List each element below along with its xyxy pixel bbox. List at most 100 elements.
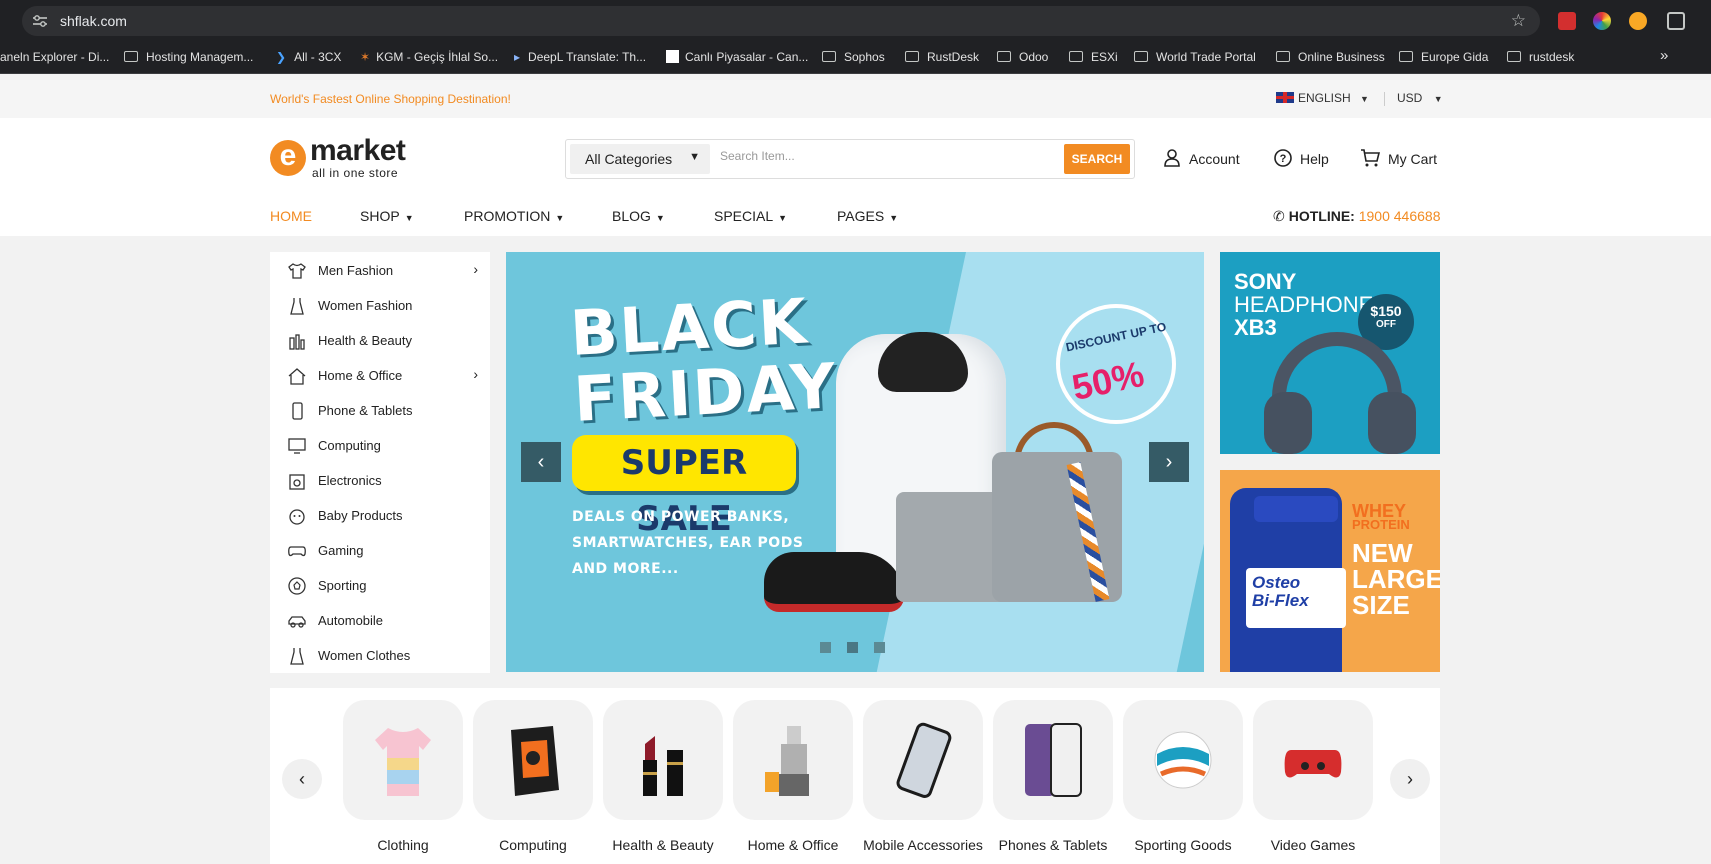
nav-blog[interactable]: BLOG ▼ (612, 208, 665, 224)
url-text[interactable]: shflak.com (60, 13, 127, 29)
bookmark-folder[interactable]: rustdesk (1507, 50, 1574, 64)
sidebar-item-home-office[interactable]: Home & Office › (288, 365, 478, 395)
hero-banner[interactable]: BLACK FRIDAY SUPER SALE DEALS ON POWER BA… (506, 252, 1204, 672)
bookmark-item[interactable]: Canlı Piyasalar - Can... (666, 50, 808, 64)
whey-protein-banner[interactable]: OsteoBi-Flex WHEYPROTEIN NEWLARGERSIZE (1220, 470, 1440, 672)
bookmark-item[interactable]: ❯ All - 3CX (276, 50, 341, 64)
chevron-down-icon: ▼ (1433, 94, 1443, 104)
nav-shop[interactable]: SHOP ▼ (360, 208, 414, 224)
currency-select[interactable]: USD ▼ (1397, 91, 1443, 105)
category-card-sporting-goods[interactable] (1123, 700, 1243, 820)
site-settings-icon[interactable] (32, 14, 48, 28)
search-button[interactable]: SEARCH (1064, 144, 1130, 174)
banner-text: LARGER (1352, 564, 1440, 594)
bookmark-item[interactable]: ✶ KGM - Geçiş İhlal So... (360, 50, 498, 64)
bookmark-star-icon[interactable]: ☆ (1511, 11, 1526, 31)
category-label[interactable]: Sporting Goods (1113, 837, 1253, 853)
account-link[interactable]: Account (1163, 149, 1240, 167)
sidebar-item-sporting[interactable]: Sporting (288, 575, 478, 605)
gamepad-image (1284, 750, 1342, 778)
sidebar-item-men-fashion[interactable]: Men Fashion › (288, 260, 478, 290)
category-label[interactable]: Health & Beauty (593, 837, 733, 853)
baby-icon (289, 509, 305, 525)
more-bookmarks-button[interactable]: » (1660, 47, 1668, 64)
category-card-home-office[interactable] (733, 700, 853, 820)
search-input[interactable]: Search Item... (720, 149, 795, 163)
chevron-right-icon: › (473, 366, 478, 382)
nav-pages[interactable]: PAGES ▼ (837, 208, 898, 224)
sidebar-item-computing[interactable]: Computing (288, 435, 478, 465)
nav-promotion[interactable]: PROMOTION ▼ (464, 208, 564, 224)
deals-line: SMARTWATCHES, EAR PODS (572, 535, 804, 551)
bookmark-folder[interactable]: World Trade Portal (1134, 50, 1256, 64)
sidebar-item-label: Home & Office (318, 368, 403, 383)
category-prev-button[interactable]: ‹ (282, 759, 322, 799)
carousel-dot[interactable] (820, 642, 831, 653)
category-next-button[interactable]: › (1390, 759, 1430, 799)
carousel-dot[interactable] (847, 642, 858, 653)
category-label[interactable]: Phones & Tablets (983, 837, 1123, 853)
bottle-brand-text: Bi-Flex (1252, 591, 1309, 610)
category-card-mobile-accessories[interactable] (863, 700, 983, 820)
bookmark-label: Canlı Piyasalar - Can... (685, 50, 809, 64)
category-label[interactable]: Clothing (333, 837, 473, 853)
hotline-number[interactable]: 1900 446688 (1359, 208, 1441, 224)
carousel-next-button[interactable]: › (1149, 442, 1189, 482)
folder-icon (1134, 51, 1148, 62)
category-label[interactable]: Video Games (1243, 837, 1383, 853)
nav-home[interactable]: HOME (270, 208, 312, 224)
sidebar-item-electronics[interactable]: Electronics (288, 470, 478, 500)
dress-icon (290, 298, 304, 315)
category-card-computing[interactable] (473, 700, 593, 820)
category-card-clothing[interactable] (343, 700, 463, 820)
bookmark-folder[interactable]: Sophos (822, 50, 885, 64)
sidebar-item-automobile[interactable]: Automobile (288, 610, 478, 640)
bookmark-folder[interactable]: ESXi (1069, 50, 1118, 64)
category-card-video-games[interactable] (1253, 700, 1373, 820)
price-text: $150 (1370, 303, 1402, 319)
bookmark-label: Sophos (844, 50, 885, 64)
cart-link[interactable]: My Cart (1360, 149, 1437, 167)
bookmark-item[interactable]: ▸ DeepL Translate: Th... (514, 50, 646, 64)
sidebar-item-women-fashion[interactable]: Women Fashion (288, 295, 478, 325)
bookmark-item[interactable]: aneln Explorer - Di... (0, 50, 109, 64)
extension-yellow-icon[interactable] (1629, 12, 1647, 30)
category-label[interactable]: Home & Office (723, 837, 863, 853)
bookmark-folder[interactable]: Europe Gida (1399, 50, 1488, 64)
bookmark-folder[interactable]: Odoo (997, 50, 1048, 64)
kgm-icon: ✶ (360, 50, 371, 64)
help-link[interactable]: ? Help (1274, 149, 1329, 167)
bookmark-folder[interactable]: Hosting Managem... (124, 50, 253, 64)
banner-title: BLACK FRIDAY (569, 285, 839, 436)
folder-icon (905, 51, 919, 62)
extensions-puzzle-icon[interactable] (1667, 12, 1685, 30)
carousel-prev-button[interactable]: ‹ (521, 442, 561, 482)
site-logo[interactable]: e market all in one store (270, 134, 415, 180)
phone-icon (292, 402, 303, 420)
banner-text: PROTEIN (1352, 517, 1410, 532)
category-select[interactable]: All Categories ▼ (570, 144, 710, 174)
bookmark-folder[interactable]: Online Business (1276, 50, 1385, 64)
sony-headphone-banner[interactable]: SONY HEADPHONE XB3 $150 OFF (1220, 252, 1440, 454)
help-icon: ? (1274, 149, 1292, 167)
sidebar-item-phone-tablets[interactable]: Phone & Tablets (288, 400, 478, 430)
sidebar-item-gaming[interactable]: Gaming (288, 540, 478, 570)
category-label[interactable]: Computing (463, 837, 603, 853)
category-card-phones-tablets[interactable] (993, 700, 1113, 820)
address-bar[interactable]: shflak.com ☆ (22, 6, 1540, 36)
extension-red-icon[interactable] (1558, 12, 1576, 30)
extension-color-icon[interactable] (1593, 12, 1611, 30)
account-label: Account (1189, 151, 1240, 167)
hotline: ✆ HOTLINE: 1900 446688 (1273, 208, 1441, 225)
sidebar-item-women-clothes[interactable]: Women Clothes (288, 645, 478, 675)
logo-word: market (310, 134, 406, 167)
bookmark-folder[interactable]: RustDesk (905, 50, 979, 64)
category-card-health-beauty[interactable] (603, 700, 723, 820)
category-label[interactable]: Mobile Accessories (853, 837, 993, 853)
sidebar-item-baby-products[interactable]: Baby Products (288, 505, 478, 535)
user-icon (1164, 149, 1180, 167)
language-select[interactable]: ENGLISH ▼ (1276, 91, 1369, 105)
sidebar-item-health-beauty[interactable]: Health & Beauty (288, 330, 478, 360)
nav-special[interactable]: SPECIAL ▼ (714, 208, 787, 224)
carousel-dot[interactable] (874, 642, 885, 653)
